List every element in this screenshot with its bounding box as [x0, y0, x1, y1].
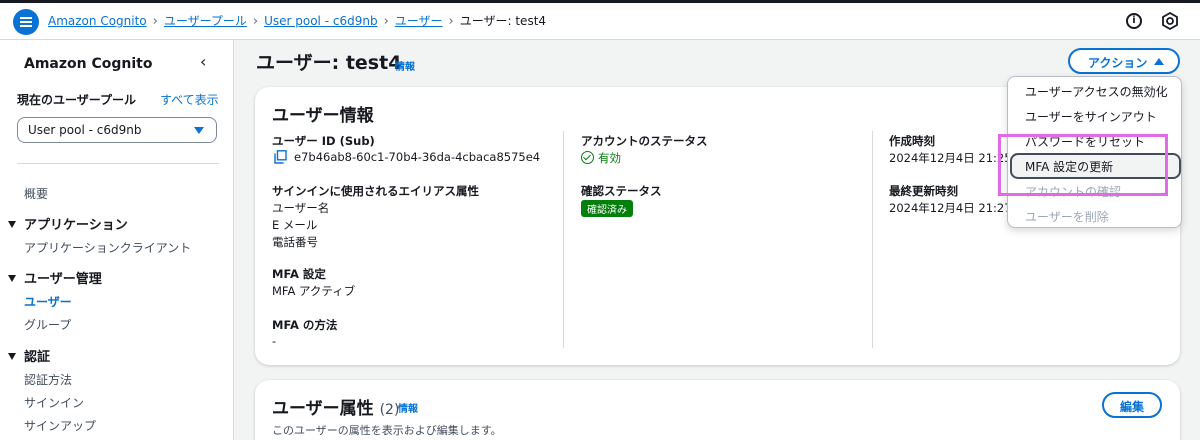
edit-button[interactable]: 編集	[1102, 392, 1162, 418]
menu-icon[interactable]	[13, 9, 39, 35]
breadcrumb-link-user-pools[interactable]: ユーザープール	[164, 14, 247, 28]
created-time-value: 2024年12月4日 21:25	[889, 151, 1012, 165]
created-time-label: 作成時刻	[889, 134, 935, 148]
menu-item-disable-access[interactable]: ユーザーアクセスの無効化	[1025, 83, 1168, 100]
user-info-title: ユーザー情報	[272, 106, 374, 126]
caret-down-icon	[8, 353, 16, 360]
breadcrumb-link-cognito[interactable]: Amazon Cognito	[48, 14, 147, 28]
mfa-method-value: -	[272, 334, 277, 348]
alias-attribute-value: 電話番号	[272, 235, 318, 249]
breadcrumb-link-users[interactable]: ユーザー	[395, 14, 443, 28]
confirmation-status-label: 確認ステータス	[581, 184, 662, 198]
user-id-value: e7b46ab8-60c1-70b4-36da-4cbaca8575e4	[294, 150, 541, 164]
user-attributes-title: ユーザー属性 (2)	[272, 399, 400, 419]
alias-attributes-label: サインインに使用されるエイリアス属性	[272, 184, 479, 198]
actions-button-label: アクション	[1088, 56, 1148, 70]
confirmation-status-badge: 確認済み	[581, 200, 633, 217]
updated-time-label: 最終更新時刻	[889, 184, 958, 198]
alias-attribute-value: ユーザー名	[272, 201, 330, 215]
column-divider	[872, 131, 873, 348]
account-status-label: アカウントのステータス	[581, 134, 708, 148]
sidebar-divider	[17, 163, 219, 164]
mfa-setting-label: MFA 設定	[272, 267, 326, 281]
actions-button[interactable]: アクション	[1068, 48, 1180, 74]
sidebar-section-authentication[interactable]: 認証	[8, 346, 50, 365]
sidebar-section-user-management[interactable]: ユーザー管理	[8, 268, 102, 287]
user-id-label: ユーザー ID (Sub)	[272, 134, 375, 148]
info-link[interactable]: 情報	[398, 400, 418, 415]
caret-down-icon	[8, 221, 16, 228]
menu-item-sign-out-user[interactable]: ユーザーをサインアウト	[1025, 108, 1157, 125]
menu-item-delete-user: ユーザーを削除	[1025, 210, 1109, 224]
user-attributes-panel: ユーザー属性 (2) 情報 このユーザーの属性を表示および編集します。 編集	[255, 380, 1180, 440]
caret-down-icon	[194, 127, 204, 134]
updated-time-value: 2024年12月4日 21:27	[889, 201, 1012, 215]
current-user-pool-label: 現在のユーザープール	[17, 93, 137, 107]
user-pool-select-value: User pool - c6d9nb	[28, 123, 142, 137]
caret-up-icon	[1154, 58, 1164, 65]
breadcrumb-link-user-pool[interactable]: User pool - c6d9nb	[264, 14, 377, 28]
chevron-right-icon: ›	[383, 14, 389, 29]
chevron-right-icon: ›	[252, 14, 259, 29]
sidebar-item-groups[interactable]: グループ	[24, 316, 71, 333]
user-pool-select[interactable]: User pool - c6d9nb	[17, 117, 217, 143]
user-attributes-description: このユーザーの属性を表示および編集します。	[272, 424, 502, 437]
copy-icon[interactable]	[274, 150, 287, 164]
sidebar-title: Amazon Cognito	[24, 56, 153, 72]
sidebar-item-auth-methods[interactable]: 認証方法	[24, 371, 72, 388]
account-status-value: 有効	[598, 151, 621, 165]
breadcrumb: Amazon Cognito › ユーザープール › User pool - c6d9n…	[48, 12, 546, 29]
mfa-setting-value: MFA アクティブ	[272, 284, 356, 298]
annotation-highlight-box	[998, 134, 1168, 196]
mfa-method-label: MFA の方法	[272, 318, 338, 332]
show-all-link[interactable]: すべて表示	[160, 91, 219, 108]
side-navigation: Amazon Cognito ‹ 現在のユーザープール すべて表示 User p…	[0, 40, 234, 440]
chevron-left-icon[interactable]: ‹	[200, 52, 206, 71]
page-title: ユーザー: test4	[256, 52, 402, 74]
caret-down-icon	[8, 275, 16, 282]
alias-attribute-value: E メール	[272, 218, 318, 232]
status-ok-icon	[581, 151, 594, 164]
sidebar-item-sign-in[interactable]: サインイン	[24, 394, 84, 411]
user-attributes-count: (2)	[379, 402, 400, 418]
sidebar-item-users[interactable]: ユーザー	[24, 293, 72, 310]
chevron-right-icon: ›	[448, 14, 454, 29]
sidebar-item-overview[interactable]: 概要	[24, 185, 48, 202]
top-navigation-bar: Amazon Cognito › ユーザープール › User pool - c6d9n…	[0, 0, 1200, 40]
sidebar-item-sign-up[interactable]: サインアップ	[24, 417, 96, 434]
settings-hex-icon[interactable]	[1160, 11, 1180, 31]
breadcrumb-current: ユーザー: test4	[459, 14, 547, 28]
info-icon[interactable]: i	[1126, 13, 1142, 29]
info-link[interactable]: 情報	[395, 58, 415, 73]
sidebar-item-app-clients[interactable]: アプリケーションクライアント	[24, 239, 191, 256]
column-divider	[563, 131, 564, 348]
sidebar-section-applications[interactable]: アプリケーション	[8, 214, 128, 233]
chevron-right-icon: ›	[152, 14, 158, 29]
